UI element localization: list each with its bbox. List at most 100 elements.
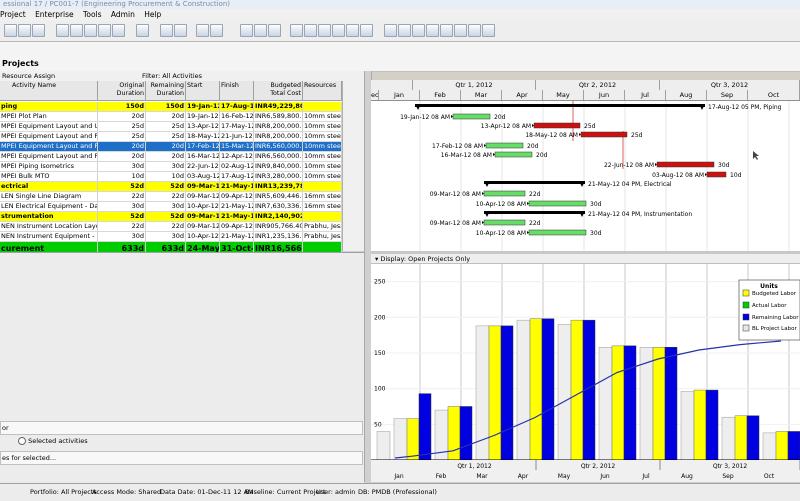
wbs-row[interactable]: ping150d150d19-Jan-12 017-Aug-12 0INR49,… xyxy=(0,102,342,112)
toolbar-button-6[interactable] xyxy=(84,24,97,37)
table-row[interactable]: MPEI Equipment Layout and Utility G25d25… xyxy=(0,122,342,132)
lines-for-selected-field[interactable]: es for selected... xyxy=(0,451,363,465)
toolbar-button-11[interactable] xyxy=(174,24,187,37)
toolbar-button-8[interactable] xyxy=(112,24,125,37)
col-header-original-duration[interactable]: Original Duration xyxy=(98,81,146,101)
toolbar-button-24[interactable] xyxy=(398,24,411,37)
cell-rd: 20d xyxy=(146,152,186,161)
toolbar-button-19[interactable] xyxy=(318,24,331,37)
bar-budgeted-labor xyxy=(611,345,625,461)
cell-rd: 52d xyxy=(146,182,186,191)
toolbar-button-25[interactable] xyxy=(412,24,425,37)
toolbar-button-22[interactable] xyxy=(360,24,373,37)
table-row[interactable]: MPEI Piping Isometrics30d30d22-Jun-12 00… xyxy=(0,162,342,172)
cell-start: 09-Mar-12 0 xyxy=(187,182,220,191)
window-title: essional 17 / PC001-7 (Engineering Procu… xyxy=(0,0,800,9)
quarter-label: Qtr 2, 2012 xyxy=(536,80,660,90)
menu-admin[interactable]: Admin xyxy=(111,10,135,19)
grid-scroll-area[interactable] xyxy=(342,81,365,251)
quarter-axis-label: Qtr 1, 2012 xyxy=(457,463,492,470)
toolbar-button-1[interactable] xyxy=(4,24,17,37)
menu-help[interactable]: Help xyxy=(144,10,161,19)
bar-duration-label: 20d xyxy=(536,152,548,159)
cell-od: 52d xyxy=(98,212,146,221)
col-header-start[interactable]: Start xyxy=(186,81,220,101)
display-options[interactable]: ▾ Display: Open Projects Only xyxy=(371,254,800,264)
wbs-row[interactable]: ectrical52d52d09-Mar-12 021-May-12 0INR1… xyxy=(0,182,342,192)
toolbar-button-30[interactable] xyxy=(482,24,495,37)
gantt-chart[interactable]: 17-Aug-12 05 PM, Piping 19-Jan-12 08 AM 20… xyxy=(371,101,800,251)
table-row[interactable]: MPEI Equipment Layout and Piping G25d25d… xyxy=(0,132,342,142)
cell-rd: 52d xyxy=(146,212,186,221)
month-axis-label: May xyxy=(558,473,571,480)
toolbar-button-7[interactable] xyxy=(98,24,111,37)
toolbar-button-3[interactable] xyxy=(32,24,45,37)
cell-name: NEN Instrument Location Layout xyxy=(1,222,98,231)
legend-swatch xyxy=(742,301,750,309)
selected-activities-option[interactable]: Selected activities xyxy=(2,435,88,447)
menu-enterprise[interactable]: Enterprise xyxy=(35,10,74,19)
dropdown-arrow-icon[interactable]: ▾ xyxy=(375,255,378,263)
col-header-remaining-duration[interactable]: Remaining Duration xyxy=(146,81,186,101)
cell-finish: 15-Mar-12 0 xyxy=(221,142,254,151)
table-row[interactable]: MPEI Bulk MTO10d10d03-Aug-12 017-Aug-12 … xyxy=(0,172,342,182)
month-label: Sep xyxy=(707,90,748,100)
toolbar-button-12[interactable] xyxy=(196,24,209,37)
bar-bl-project-labor xyxy=(762,432,777,461)
cell-start: 03-Aug-12 0 xyxy=(187,172,220,181)
toolbar-button-4[interactable] xyxy=(56,24,69,37)
table-row[interactable]: MPEI Plot Plan20d20d19-Jan-12 016-Feb-12… xyxy=(0,112,342,122)
col-header-finish[interactable]: Finish xyxy=(220,81,254,101)
toolbar-button-14[interactable] xyxy=(240,24,253,37)
toolbar-button-27[interactable] xyxy=(440,24,453,37)
summary-bar-label: 17-Aug-12 05 PM, Piping xyxy=(708,104,782,111)
table-row[interactable]: NEN Instrument Equipment - Datashe30d30d… xyxy=(0,232,342,242)
toolbar-button-18[interactable] xyxy=(304,24,317,37)
toolbar-button-10[interactable] xyxy=(160,24,173,37)
layout-name[interactable]: Resource Assign xyxy=(2,71,55,81)
table-row[interactable]: MPEI Equipment Layout and Piping G20d20d… xyxy=(0,152,342,162)
toolbar-button-13[interactable] xyxy=(210,24,223,37)
cell-start: 13-Apr-12 0 xyxy=(187,122,220,131)
cell-cost: INR2,140,902.40 xyxy=(254,212,303,221)
cell-name: LEN Electrical Equipment - Datashee xyxy=(1,202,98,211)
table-row[interactable]: MPEI Equipment Layout and Piping G20d20d… xyxy=(0,142,342,152)
table-row[interactable]: LEN Single Line Diagram 22d 22d 09-Mar-12 0… xyxy=(0,192,342,202)
activity-bar xyxy=(485,142,524,149)
toolbar-button-21[interactable] xyxy=(346,24,359,37)
toolbar-button-9[interactable] xyxy=(136,24,149,37)
toolbar-button-15[interactable] xyxy=(254,24,267,37)
toolbar-button-23[interactable] xyxy=(384,24,397,37)
menu-project[interactable]: Project xyxy=(0,10,26,19)
toolbar-button-17[interactable] xyxy=(290,24,303,37)
bar-duration-label: 22d xyxy=(529,191,541,198)
menu-tools[interactable]: Tools xyxy=(83,10,101,19)
cell-start: 09-Mar-12 0 xyxy=(187,192,220,201)
toolbar-button-16[interactable] xyxy=(268,24,281,37)
col-header-resources[interactable]: Resources xyxy=(303,81,342,101)
toolbar-button-20[interactable] xyxy=(332,24,345,37)
col-header-budgeted-cost[interactable]: Budgeted Total Cost xyxy=(254,81,303,101)
month-axis-label: Jul xyxy=(641,473,650,480)
table-row[interactable]: LEN Electrical Equipment - Datashee30d30… xyxy=(0,202,342,212)
status-baseline: Baseline: Current Project xyxy=(245,488,326,496)
radio-icon[interactable] xyxy=(18,437,26,445)
col-header-activity-name[interactable]: Activity Name xyxy=(0,81,98,101)
filter-label[interactable]: Filter: All Activities xyxy=(142,71,202,81)
toolbar-button-5[interactable] xyxy=(70,24,83,37)
gantt-timescale: Qtr 1, 2012 Qtr 2, 2012 Qtr 3, 2012 ec Ja… xyxy=(371,80,800,101)
wbs-row[interactable]: strumentation52d52d09-Mar-12 021-May-12 … xyxy=(0,212,342,222)
cell-cost: INR3,280,000.00 xyxy=(255,172,303,181)
cell-finish: 02-Aug-12 0 xyxy=(221,162,254,171)
bar-bl-project-labor xyxy=(393,418,408,461)
bar-budgeted-labor xyxy=(570,319,584,461)
table-row[interactable]: NEN Instrument Location Layout 22d 22d 09-M… xyxy=(0,222,342,232)
details-field[interactable]: or xyxy=(0,421,363,435)
toolbar-button-2[interactable] xyxy=(18,24,31,37)
cell-cost: INR6,560,000.00 xyxy=(255,142,303,151)
toolbar-button-29[interactable] xyxy=(468,24,481,37)
cell-name: ectrical xyxy=(0,182,98,191)
toolbar-button-26[interactable] xyxy=(426,24,439,37)
toolbar-button-28[interactable] xyxy=(454,24,467,37)
bar-arrow-icon xyxy=(527,202,529,205)
